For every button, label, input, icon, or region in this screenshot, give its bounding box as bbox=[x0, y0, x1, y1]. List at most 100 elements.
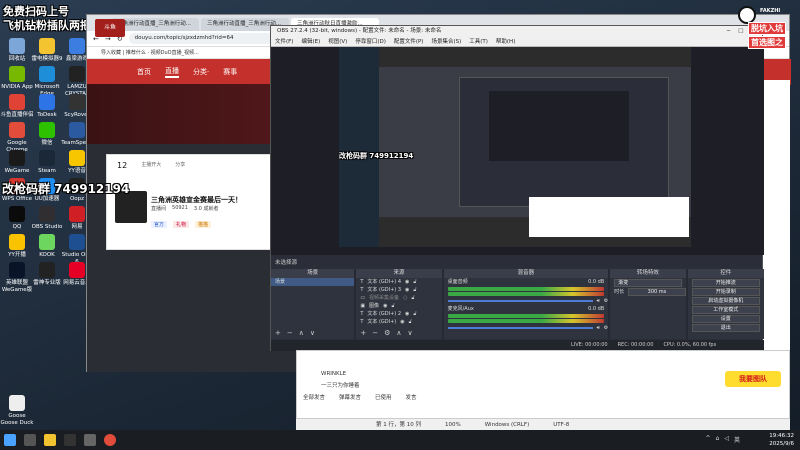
lock-icon[interactable]: 🔓︎ bbox=[413, 278, 416, 286]
lock-icon[interactable]: 🔓︎ bbox=[413, 310, 416, 318]
taskbar-obs-icon[interactable] bbox=[64, 434, 76, 446]
windows-start-icon[interactable] bbox=[4, 434, 16, 446]
transition-duration: 时长 300 ms bbox=[610, 288, 686, 296]
speaker-icon[interactable]: ◁ bbox=[724, 435, 729, 444]
card-stat-share[interactable]: 分享 bbox=[175, 161, 185, 170]
obs-menu-view[interactable]: 视图(V) bbox=[328, 37, 347, 46]
desktop-icon[interactable]: 英雄联盟WeGame版 bbox=[0, 262, 34, 294]
chevron-up-icon[interactable]: ^ bbox=[706, 435, 711, 444]
desktop-icon[interactable]: ToDesk bbox=[30, 94, 64, 119]
clock[interactable]: 19:46:32 2025/9/6 bbox=[769, 432, 794, 448]
gear-icon[interactable]: ⚙ bbox=[604, 324, 608, 332]
taskbar-app-icon[interactable] bbox=[44, 434, 56, 446]
douyu-logo[interactable]: 斗鱼 bbox=[95, 19, 125, 37]
chat-toolbar-speak[interactable]: 发言 bbox=[406, 393, 417, 401]
desktop-icon[interactable]: Goose Goose Duck bbox=[0, 395, 34, 427]
text-source-icon: T bbox=[360, 287, 364, 293]
join-queue-button[interactable]: 我要图队 bbox=[725, 371, 781, 387]
lock-icon[interactable]: 🔓︎ bbox=[391, 302, 394, 310]
obs-menu-docks[interactable]: 停靠窗口(D) bbox=[355, 37, 386, 46]
start-recording-button[interactable]: 开始录制 bbox=[691, 288, 760, 296]
desktop-icon[interactable]: OBS Studio bbox=[30, 206, 64, 231]
obs-menu-tools[interactable]: 工具(T) bbox=[469, 37, 488, 46]
obs-menu-help[interactable]: 帮助(H) bbox=[496, 37, 515, 46]
eye-icon[interactable]: ◉ bbox=[405, 310, 409, 318]
obs-menu-scene-collection[interactable]: 场景集合(S) bbox=[431, 37, 461, 46]
obs-preview-canvas[interactable]: 改枪码群 749912194 bbox=[339, 47, 691, 247]
obs-menu-edit[interactable]: 编辑(E) bbox=[301, 37, 320, 46]
lock-icon[interactable]: 🔓︎ bbox=[411, 294, 414, 302]
chevron-up-icon[interactable]: ∧ bbox=[299, 329, 304, 337]
eye-icon[interactable]: ◉ bbox=[405, 278, 409, 286]
source-item[interactable]: T 文本 (GDI+) 4 ◉ 🔓︎ bbox=[356, 278, 441, 286]
nav-item-category[interactable]: 分类· bbox=[193, 67, 209, 77]
studio-mode-button[interactable]: 工作室模式 bbox=[691, 306, 760, 314]
desktop-icon[interactable]: 斗鱼直播伴侣 bbox=[0, 94, 34, 119]
desktop-icon[interactable]: WeGame bbox=[0, 150, 34, 175]
minimize-icon[interactable]: ─ bbox=[727, 26, 730, 37]
overlay-top-left-line2: 飞机钻粉插队两把 bbox=[3, 19, 91, 32]
chat-toolbar-all[interactable]: 全部发言 bbox=[303, 393, 325, 401]
chevron-down-icon[interactable]: ∨ bbox=[407, 329, 412, 337]
eye-icon[interactable]: ◉ bbox=[383, 302, 387, 310]
obs-preview[interactable]: 改枪码群 749912194 bbox=[271, 47, 764, 255]
add-icon[interactable]: + bbox=[360, 329, 366, 337]
desktop-icon[interactable]: QQ bbox=[0, 206, 34, 231]
desktop-icon[interactable]: Steam bbox=[30, 150, 64, 175]
desktop-icon[interactable]: NVIDIA App bbox=[0, 66, 34, 91]
taskbar-app-icon[interactable] bbox=[84, 434, 96, 446]
scene-item[interactable]: 场景 bbox=[271, 278, 355, 286]
gear-icon[interactable]: ⚙ bbox=[604, 297, 608, 305]
corner-logo-small: FAKZHI bbox=[760, 8, 781, 14]
taskbar-app-icon[interactable] bbox=[24, 434, 36, 446]
source-item[interactable]: ▭ 视频采集设备 ◌ 🔓︎ bbox=[356, 294, 441, 302]
speaker-icon[interactable]: 🔊︎ bbox=[597, 297, 600, 305]
source-item[interactable]: T 文本 (GDI+) ◉ 🔓︎ bbox=[356, 318, 441, 326]
desktop-icon[interactable]: 雷电模拟器9 bbox=[30, 38, 64, 63]
start-streaming-button[interactable]: 开始推流 bbox=[691, 279, 760, 287]
gear-icon[interactable]: ⚙ bbox=[384, 329, 390, 337]
speaker-icon[interactable]: 🔊︎ bbox=[597, 324, 600, 332]
remove-icon[interactable]: − bbox=[372, 329, 378, 337]
eye-icon[interactable]: ◌ bbox=[403, 294, 407, 302]
chevron-down-icon[interactable]: ∨ bbox=[310, 329, 315, 337]
input-lang[interactable]: 英 bbox=[734, 435, 740, 444]
app-icon bbox=[69, 66, 85, 82]
nav-item-esports[interactable]: 赛事 bbox=[223, 67, 237, 77]
app-icon bbox=[39, 122, 55, 138]
desktop-icon[interactable]: KOOK bbox=[30, 234, 64, 259]
nav-item-home[interactable]: 首页 bbox=[137, 67, 151, 77]
desktop-icon[interactable]: YY开播 bbox=[0, 234, 34, 259]
taskbar-chrome-icon[interactable] bbox=[104, 434, 116, 446]
card-title[interactable]: 三角洲英雄宣金赛最后一天！ bbox=[151, 195, 242, 205]
source-item[interactable]: T 文本 (GDI+) 2 ◉ 🔓︎ bbox=[356, 310, 441, 318]
virtual-camera-button[interactable]: 启动虚拟摄像机 bbox=[691, 297, 760, 305]
chat-toolbar-danmaku[interactable]: 弹幕发言 bbox=[339, 393, 361, 401]
chevron-up-icon[interactable]: ∧ bbox=[396, 329, 401, 337]
desktop-icon[interactable]: 微信 bbox=[30, 122, 64, 147]
mixer-fader[interactable]: 🔊︎ ⚙ bbox=[444, 297, 608, 305]
chat-toolbar-used[interactable]: 已使用 bbox=[375, 393, 392, 401]
transition-select[interactable]: 渐变 bbox=[614, 279, 682, 287]
eye-icon[interactable]: ◉ bbox=[400, 318, 404, 326]
obs-menu-profile[interactable]: 配置文件(P) bbox=[394, 37, 424, 46]
lock-icon[interactable]: 🔓︎ bbox=[409, 318, 412, 326]
obs-menu-file[interactable]: 文件(F) bbox=[275, 37, 293, 46]
remove-icon[interactable]: − bbox=[287, 329, 293, 337]
obs-window[interactable]: OBS 27.2.4 (32-bit, windows) - 配置文件: 未命名… bbox=[270, 25, 764, 351]
duration-input[interactable]: 300 ms bbox=[628, 288, 686, 296]
lock-icon[interactable]: 🔓︎ bbox=[413, 286, 416, 294]
settings-button[interactable]: 设置 bbox=[691, 315, 760, 323]
desktop-icon[interactable]: 回收站 bbox=[0, 38, 34, 63]
eye-icon[interactable]: ◉ bbox=[405, 286, 409, 294]
source-item[interactable]: ▣ 图像 ◉ 🔓︎ bbox=[356, 302, 441, 310]
nav-item-live[interactable]: 直播 bbox=[165, 66, 179, 78]
mixer-fader[interactable]: 🔊︎ ⚙ bbox=[444, 324, 608, 332]
source-item[interactable]: T 文本 (GDI+) 3 ◉ 🔓︎ bbox=[356, 286, 441, 294]
network-icon[interactable]: ⌂ bbox=[716, 435, 720, 444]
add-icon[interactable]: + bbox=[275, 329, 281, 337]
exit-button[interactable]: 退出 bbox=[691, 324, 760, 332]
desktop-icon[interactable]: 雷神专业版 bbox=[30, 262, 64, 287]
streamer-card[interactable]: 12 主播开大 分享 三角洲英雄宣金赛最后一天！ 直播间 50921 3.0 成… bbox=[106, 154, 274, 250]
app-icon bbox=[9, 150, 25, 166]
